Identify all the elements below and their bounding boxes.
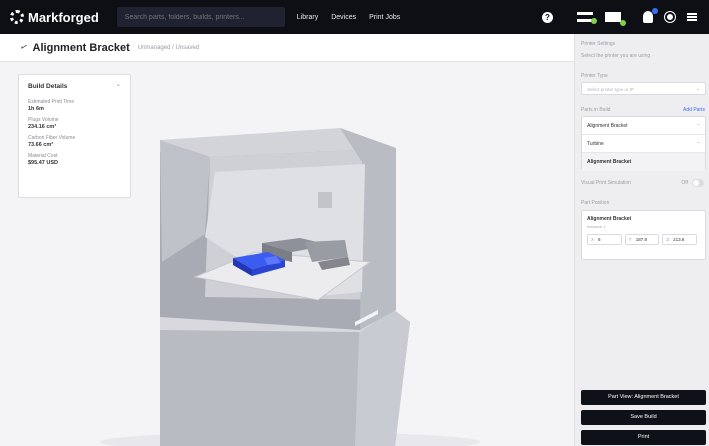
part-name: Turbine xyxy=(587,141,604,147)
build-details-card: Build Details ⌃ Estimated Print Time 1h … xyxy=(18,74,131,198)
x-value: 8 xyxy=(598,237,601,242)
visual-simulation-toggle[interactable] xyxy=(692,179,704,187)
position-coordinates: X 8 Y 187.8 Z 213.6 xyxy=(587,234,700,245)
detail-value: 1h 6m xyxy=(28,106,44,112)
collapse-chevron-icon[interactable]: ⌃ xyxy=(116,83,121,91)
parts-list: Alignment Bracket − Turbine − Alignment … xyxy=(581,116,706,171)
shipment-status-icon[interactable] xyxy=(605,12,626,26)
position-part-name: Alignment Bracket xyxy=(587,216,632,222)
list-item-selected[interactable]: Alignment Bracket xyxy=(582,153,705,171)
chevron-down-icon: ⌄ xyxy=(695,86,700,92)
menu-icon[interactable] xyxy=(687,13,697,21)
printer-type-value: Select printer type or IP xyxy=(587,87,635,92)
remove-part-icon[interactable]: − xyxy=(697,122,700,128)
visual-simulation-row: Visual Print Simulation Off xyxy=(581,179,706,190)
visual-simulation-label: Visual Print Simulation xyxy=(581,180,631,186)
z-coordinate-field[interactable]: Z 213.6 xyxy=(662,234,698,245)
user-avatar-icon[interactable] xyxy=(665,12,675,22)
search-input[interactable] xyxy=(116,7,285,27)
part-name: Alignment Bracket xyxy=(587,123,628,129)
parts-in-build-label: Parts in Build xyxy=(581,107,611,113)
y-axis-label: Y xyxy=(628,237,632,242)
nav-print-jobs[interactable]: Print Jobs xyxy=(369,14,400,21)
y-value: 187.8 xyxy=(635,237,647,242)
detail-label: Material Cost xyxy=(28,153,58,159)
part-position-label: Part Position xyxy=(581,200,610,206)
printer-type-select[interactable]: Select printer type or IP ⌄ xyxy=(581,82,706,95)
logo-text: Markforged xyxy=(28,9,99,25)
printer-settings-hint: Select the printer you are using xyxy=(581,53,651,59)
help-icon[interactable]: ? xyxy=(542,11,553,23)
remove-part-icon[interactable]: − xyxy=(697,140,700,146)
x-axis-label: X xyxy=(591,237,595,242)
print-button[interactable]: Print xyxy=(581,430,706,445)
z-value: 213.6 xyxy=(673,237,685,242)
detail-label: Estimated Print Time xyxy=(28,99,75,105)
z-axis-label: Z xyxy=(666,237,670,242)
part-view-button[interactable]: Part View: Alignment Bracket xyxy=(581,390,706,405)
build-settings-panel: Printer Settings Select the printer you … xyxy=(574,34,709,446)
x-coordinate-field[interactable]: X 8 xyxy=(587,234,622,245)
list-item[interactable]: Turbine − xyxy=(582,135,705,153)
nav-devices[interactable]: Devices xyxy=(331,14,356,21)
list-item[interactable]: Alignment Bracket − xyxy=(582,117,705,135)
save-build-button[interactable]: Save Build xyxy=(581,410,706,425)
detail-label: Plugs Volume xyxy=(28,117,59,123)
back-icon[interactable]: ✓ xyxy=(18,41,30,54)
add-parts-link[interactable]: Add Parts xyxy=(683,107,705,113)
toggle-state: Off xyxy=(681,180,688,186)
notifications-icon[interactable] xyxy=(643,8,658,23)
3d-viewport[interactable]: Build Details ⌃ Estimated Print Time 1h … xyxy=(0,62,574,446)
part-name: Alignment Bracket xyxy=(587,159,632,165)
detail-value: $95.47 USD xyxy=(28,160,58,166)
main-nav: Library Devices Print Jobs xyxy=(297,14,413,21)
detail-value: 73.66 cm³ xyxy=(28,142,54,148)
page-title[interactable]: Alignment Bracket xyxy=(33,42,130,54)
build-details-heading: Build Details xyxy=(28,83,68,90)
top-icons: ? xyxy=(542,0,709,34)
markforged-logo[interactable]: Markforged xyxy=(10,10,99,25)
part-position-card: Alignment Bracket Instance 1 X 8 Y 187.8… xyxy=(581,210,706,260)
build-title-bar: ✓ Alignment Bracket Unmanaged / Unsaved xyxy=(0,34,574,62)
printer-type-label: Printer Type xyxy=(581,73,608,79)
nav-library[interactable]: Library xyxy=(297,14,318,21)
page-subtitle: Unmanaged / Unsaved xyxy=(137,44,200,51)
print-head xyxy=(318,192,332,208)
position-instance: Instance 1 xyxy=(587,224,606,229)
logo-icon xyxy=(10,10,24,24)
detail-label: Carbon Fiber Volume xyxy=(28,135,76,141)
printer-settings-label: Printer Settings xyxy=(581,41,616,47)
detail-value: 234.16 cm³ xyxy=(28,124,57,130)
printer-status-icon[interactable] xyxy=(577,12,597,24)
top-navigation-bar: Markforged Library Devices Print Jobs ? xyxy=(0,0,709,34)
y-coordinate-field[interactable]: Y 187.8 xyxy=(624,234,660,245)
